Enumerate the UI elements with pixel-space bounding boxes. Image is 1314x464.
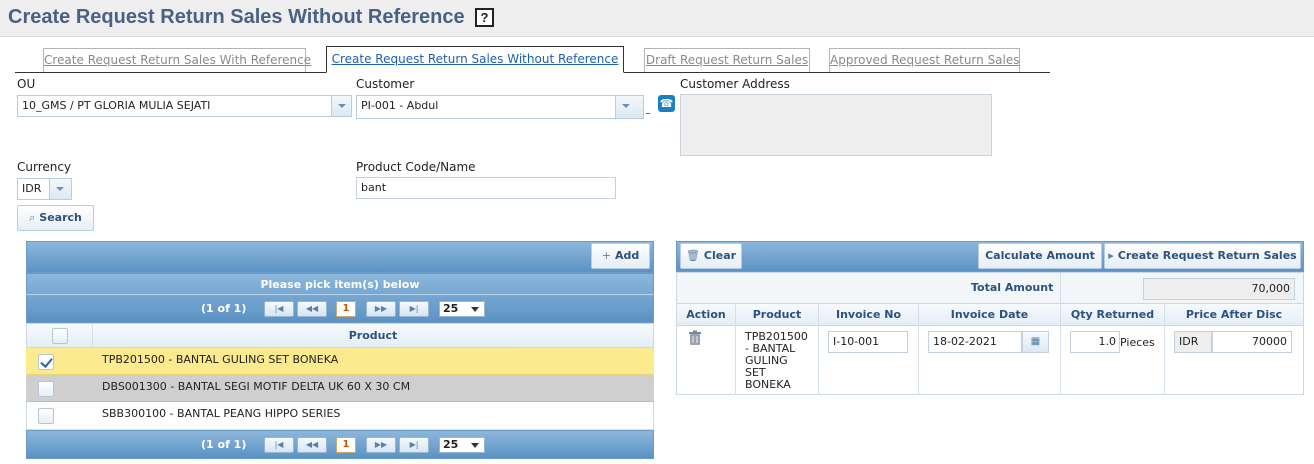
last-page-button[interactable]: ▶|	[399, 437, 429, 453]
first-page-button[interactable]: |◀	[264, 437, 294, 453]
total-amount-value: 70,000	[1143, 278, 1295, 300]
pick-items-title: Please pick item(s) below	[260, 278, 420, 291]
row-checkbox[interactable]	[38, 354, 54, 370]
price-after-disc-column-header: Price After Disc	[1185, 308, 1283, 321]
product-name: TPB201500 - BANTAL GULING SET BONEKA	[102, 353, 339, 366]
first-page-button[interactable]: |◀	[264, 301, 294, 317]
row-checkbox[interactable]	[38, 408, 54, 424]
action-column-header: Action	[686, 308, 726, 321]
row-checkbox[interactable]	[38, 381, 54, 397]
left-toolbar	[26, 241, 654, 273]
clear-button-label: Clear	[703, 249, 737, 262]
last-page-button[interactable]: ▶|	[399, 301, 429, 317]
page-number[interactable]: 1	[336, 437, 356, 453]
product-line: BONEKA	[745, 378, 791, 391]
prev-page-button[interactable]: ◀◀	[297, 437, 327, 453]
create-request-button[interactable]: ▸ Create Request Return Sales	[1104, 243, 1301, 269]
qty-returned-column-header: Qty Returned	[1070, 308, 1155, 321]
customer-select[interactable]: PI-001 - Abdul	[356, 95, 644, 119]
search-button[interactable]: ⌕ Search	[17, 205, 94, 231]
qty-returned-input[interactable]: 1.0	[1070, 331, 1120, 353]
customer-link-underline	[646, 113, 650, 114]
trash-icon: 🗑	[685, 249, 700, 262]
create-request-label: Create Request Return Sales	[1117, 249, 1297, 262]
product-column-header: Product	[752, 308, 802, 321]
select-all-checkbox[interactable]	[52, 328, 68, 344]
table-row[interactable]: TPB201500 - BANTAL GULING SET BONEKA	[26, 348, 654, 375]
tab-without-reference[interactable]: Create Request Return Sales Without Refe…	[326, 46, 624, 73]
next-page-button[interactable]: ▶▶	[366, 437, 396, 453]
invoice-no-input[interactable]: I-10-001	[828, 331, 908, 353]
column-divider	[1060, 303, 1061, 395]
pager-status: (1 of 1)	[201, 438, 247, 451]
chevron-down-icon[interactable]	[49, 179, 71, 199]
qty-unit: Pieces	[1120, 336, 1155, 349]
phone-icon[interactable]: ☎	[658, 95, 675, 112]
column-divider	[1060, 273, 1061, 303]
page-header: Create Request Return Sales Without Refe…	[0, 0, 1314, 37]
customer-address-label: Customer Address	[680, 77, 790, 91]
add-button-label: Add	[614, 249, 640, 262]
next-page-button[interactable]: ▶▶	[366, 301, 396, 317]
currency-select[interactable]: IDR	[17, 178, 72, 200]
column-divider	[735, 303, 736, 395]
page-size-select[interactable]: 25	[439, 437, 485, 453]
customer-value: PI-001 - Abdul	[361, 99, 439, 112]
ou-select[interactable]: 10_GMS / PT GLORIA MULIA SEJATI	[17, 95, 352, 117]
table-row[interactable]: SBB300100 - BANTAL PEANG HIPPO SERIES	[26, 402, 654, 430]
prev-page-button[interactable]: ◀◀	[297, 301, 327, 317]
calendar-icon[interactable]: ▦	[1022, 331, 1049, 353]
invoice-date-column-header: Invoice Date	[950, 308, 1029, 321]
product-name: SBB300100 - BANTAL PEANG HIPPO SERIES	[102, 407, 341, 420]
currency-label: Currency	[17, 160, 72, 174]
price-currency: IDR	[1174, 331, 1212, 353]
delete-row-icon[interactable]	[688, 330, 702, 346]
product-code-label: Product Code/Name	[356, 160, 476, 174]
page-size-select[interactable]: 25	[439, 301, 485, 317]
product-column-header: Product	[348, 329, 398, 342]
tab-with-reference[interactable]: Create Request Return Sales With Referen…	[43, 48, 311, 72]
row-product-name: TPB201500 - BANTAL GULING SET BONEKA	[745, 331, 808, 391]
product-code-input[interactable]: bant	[356, 177, 616, 199]
clear-button[interactable]: 🗑 Clear	[680, 243, 742, 269]
ou-label: OU	[17, 77, 36, 91]
add-button[interactable]: + Add	[591, 243, 650, 269]
customer-address-field[interactable]	[680, 94, 992, 156]
pager-status: (1 of 1)	[201, 302, 247, 315]
chevron-down-icon[interactable]	[331, 96, 351, 116]
play-icon: ▸	[1108, 249, 1114, 262]
chevron-down-icon[interactable]	[615, 96, 643, 118]
total-amount-label: Total Amount	[971, 281, 1054, 294]
calculate-amount-button[interactable]: Calculate Amount	[978, 243, 1102, 269]
ou-value: 10_GMS / PT GLORIA MULIA SEJATI	[22, 99, 211, 112]
table-row[interactable]: DBS001300 - BANTAL SEGI MOTIF DELTA UK 6…	[26, 375, 654, 402]
header-divider	[26, 294, 654, 295]
search-button-label: Search	[39, 211, 82, 224]
column-divider	[818, 303, 819, 395]
column-divider	[918, 303, 919, 395]
page-title: Create Request Return Sales Without Refe…	[8, 6, 465, 28]
plus-icon: +	[601, 249, 611, 262]
invoice-date-input[interactable]: 18-02-2021	[928, 331, 1022, 353]
customer-label: Customer	[356, 77, 415, 91]
product-name: DBS001300 - BANTAL SEGI MOTIF DELTA UK 6…	[102, 380, 411, 393]
price-after-disc-input[interactable]: 70000	[1212, 331, 1292, 353]
invoice-no-column-header: Invoice No	[836, 308, 901, 321]
column-divider	[1164, 303, 1165, 395]
currency-value: IDR	[22, 182, 42, 195]
tab-draft[interactable]: Draft Request Return Sales	[644, 48, 810, 72]
search-icon: ⌕	[29, 211, 36, 224]
page-number[interactable]: 1	[336, 301, 356, 317]
tab-approved[interactable]: Approved Request Return Sales	[829, 48, 1020, 72]
help-icon[interactable]: ?	[475, 8, 494, 27]
